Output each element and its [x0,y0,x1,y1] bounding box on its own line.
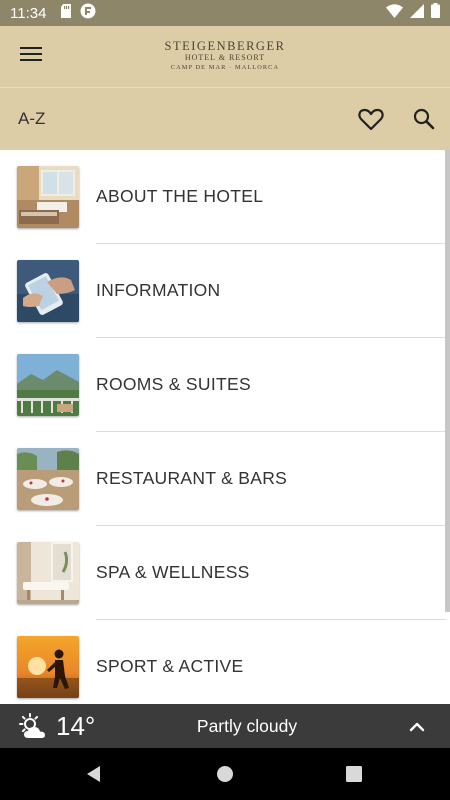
cell-signal-icon [410,3,424,23]
battery-icon [431,3,440,23]
system-nav-bar [0,748,450,800]
app-header: STEIGENBERGER HOTEL & RESORT CAMP DE MAR… [0,26,450,87]
search-icon [409,108,439,138]
heart-icon [356,108,386,138]
sub-header-toolbar: A-Z [0,87,450,150]
category-list[interactable]: ABOUT THE HOTEL INFORMATION ROOMS & SUIT… [0,150,450,704]
list-item-information[interactable]: INFORMATION [0,244,446,338]
back-triangle-icon [82,766,106,790]
list-item-label: RESTAURANT & BARS [96,468,288,488]
wifi-icon [386,3,403,23]
weather-expand-button[interactable] [404,714,430,740]
list-item-label: INFORMATION [96,280,221,300]
list-item-label: ABOUT THE HOTEL [96,186,264,206]
list-item-label: SPA & WELLNESS [96,562,250,582]
home-circle-icon [213,766,237,790]
sunset-runner-thumbnail [17,636,79,698]
logo-brand: STEIGENBERGER [164,39,286,53]
weather-bar[interactable]: 14° Partly cloudy [0,704,450,748]
brand-logo: STEIGENBERGER HOTEL & RESORT CAMP DE MAR… [0,40,450,73]
status-time: 11:34 [10,4,47,22]
spa-room-thumbnail [17,542,79,604]
weather-description: Partly cloudy [196,716,298,736]
list-item-sport-active[interactable]: SPORT & ACTIVE [0,620,446,704]
restaurant-terrace-thumbnail [17,448,79,510]
list-scrollbar[interactable] [445,150,450,612]
logo-subtitle: HOTEL & RESORT [184,53,266,62]
hotel-room-thumbnail [17,166,79,228]
status-right-icons [386,3,440,23]
recents-square-icon [342,766,366,790]
logo-location: CAMP DE MAR · MALLORCA [170,64,280,71]
list-item-label: ROOMS & SUITES [96,374,251,394]
list-item-label: SPORT & ACTIVE [96,656,244,676]
az-sort-button[interactable]: A-Z [18,109,45,129]
nav-back-button[interactable] [82,762,106,786]
status-bar: 11:34 [0,0,450,26]
chevron-up-icon [404,722,430,744]
smartphone-hand-thumbnail [17,260,79,322]
list-item-spa-wellness[interactable]: SPA & WELLNESS [0,526,446,620]
list-item-about-the-hotel[interactable]: ABOUT THE HOTEL [0,150,446,244]
list-item-restaurant-bars[interactable]: RESTAURANT & BARS [0,432,446,526]
nav-home-button[interactable] [213,762,237,786]
app-notification-icon [80,3,96,24]
balcony-view-thumbnail [17,354,79,416]
status-left-icons [60,3,96,24]
sd-card-icon [60,3,72,23]
list-item-rooms-suites[interactable]: ROOMS & SUITES [0,338,446,432]
nav-recents-button[interactable] [342,762,366,786]
search-button[interactable] [409,104,439,134]
favorites-button[interactable] [356,104,386,134]
